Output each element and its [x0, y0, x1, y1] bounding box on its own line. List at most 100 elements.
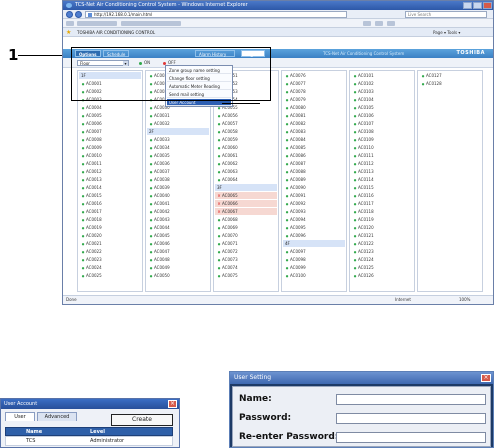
unit-item[interactable]: ● AC0093	[283, 208, 345, 215]
page-tools-menu[interactable]: Page ▾ Tools ▾	[433, 28, 460, 37]
unit-item[interactable]: ● AC0020	[79, 232, 141, 239]
unit-item[interactable]: ● AC0049	[147, 264, 209, 271]
unit-item[interactable]: ● AC0033	[147, 136, 209, 143]
name-field[interactable]	[336, 394, 486, 405]
favorites-star-icon[interactable]: ★	[66, 28, 71, 37]
unit-item[interactable]: ● AC0084	[283, 136, 345, 143]
unit-item[interactable]: ● AC0045	[147, 232, 209, 239]
unit-item[interactable]: ● AC0081	[283, 112, 345, 119]
unit-item[interactable]: ● AC0100	[283, 272, 345, 279]
unit-item[interactable]: ● AC0120	[351, 224, 413, 231]
unit-item[interactable]: ● AC0014	[79, 184, 141, 191]
unit-item[interactable]: ● AC0062	[215, 160, 277, 167]
unit-item[interactable]: ● AC0094	[283, 216, 345, 223]
unit-item[interactable]: ● AC0061	[215, 152, 277, 159]
unit-item[interactable]: ● AC0105	[351, 104, 413, 111]
unit-item[interactable]: ● AC0042	[147, 208, 209, 215]
print-icon[interactable]	[387, 21, 395, 26]
close-window-button[interactable]	[483, 2, 492, 9]
unit-item[interactable]: ● AC0102	[351, 80, 413, 87]
unit-item[interactable]: ● AC0019	[79, 224, 141, 231]
unit-item[interactable]: ● AC0056	[215, 112, 277, 119]
unit-item[interactable]: ● AC0013	[79, 176, 141, 183]
feeds-icon[interactable]	[375, 21, 383, 26]
unit-item[interactable]: ● AC0017	[79, 208, 141, 215]
unit-item[interactable]: ● AC0035	[147, 152, 209, 159]
menu-item-send-mail[interactable]: Send mail setting	[167, 91, 231, 98]
unit-item[interactable]: ● AC0091	[283, 192, 345, 199]
unit-item[interactable]: ● AC0097	[283, 248, 345, 255]
unit-item[interactable]: ● AC0128	[419, 80, 481, 87]
links-toolbar[interactable]	[77, 21, 117, 26]
unit-item[interactable]: ● AC0041	[147, 200, 209, 207]
unit-item[interactable]: ● AC0123	[351, 248, 413, 255]
unit-item[interactable]: ● AC0101	[351, 72, 413, 79]
unit-item[interactable]: ×AC0065	[215, 192, 277, 199]
unit-item[interactable]: ● AC0126	[351, 272, 413, 279]
unit-item[interactable]: ● AC0007	[79, 128, 141, 135]
unit-item[interactable]: ● AC0086	[283, 152, 345, 159]
unit-item[interactable]: ● AC0071	[215, 240, 277, 247]
unit-item[interactable]: ● AC0023	[79, 256, 141, 263]
unit-item[interactable]: ● AC0125	[351, 264, 413, 271]
unit-item[interactable]: ● AC0011	[79, 160, 141, 167]
password-field[interactable]	[336, 413, 486, 424]
unit-item[interactable]: ● AC0018	[79, 216, 141, 223]
unit-item[interactable]: ● AC0113	[351, 168, 413, 175]
unit-item[interactable]: ● AC0006	[79, 120, 141, 127]
unit-item[interactable]: ● AC0075	[215, 272, 277, 279]
create-button[interactable]: Create	[111, 414, 173, 426]
unit-item[interactable]: ● AC0043	[147, 216, 209, 223]
unit-item[interactable]: ● AC0036	[147, 160, 209, 167]
unit-item[interactable]: ● AC0112	[351, 160, 413, 167]
unit-item[interactable]: ● AC0110	[351, 144, 413, 151]
unit-item[interactable]: ● AC0070	[215, 232, 277, 239]
unit-item[interactable]: ● AC0024	[79, 264, 141, 271]
home-icon[interactable]	[363, 21, 371, 26]
unit-item[interactable]: ● AC0087	[283, 160, 345, 167]
close-icon[interactable]: ×	[168, 400, 177, 408]
unit-item[interactable]: ● AC0044	[147, 224, 209, 231]
unit-item[interactable]: ● AC0016	[79, 200, 141, 207]
unit-item[interactable]: ● AC0079	[283, 96, 345, 103]
status-zoom[interactable]: 100%	[459, 296, 470, 304]
alarm-history-menu[interactable]: Alarm History	[195, 50, 235, 57]
unit-item[interactable]: ● AC0047	[147, 248, 209, 255]
unit-item[interactable]: ● AC0009	[79, 144, 141, 151]
unit-item[interactable]: ● AC0021	[79, 240, 141, 247]
close-icon[interactable]: ×	[481, 374, 491, 382]
unit-item[interactable]: ● AC0001	[79, 80, 141, 87]
unit-item[interactable]: ● AC0114	[351, 176, 413, 183]
unit-item[interactable]: ● AC0108	[351, 128, 413, 135]
unit-item[interactable]: ● AC0068	[215, 216, 277, 223]
unit-item[interactable]: ● AC0072	[215, 248, 277, 255]
unit-item[interactable]: ● AC0111	[351, 152, 413, 159]
unit-item[interactable]: ● AC0103	[351, 88, 413, 95]
unit-item[interactable]: ● AC0048	[147, 256, 209, 263]
unit-item[interactable]: ● AC0107	[351, 120, 413, 127]
address-field[interactable]: http://192.168.0.1/main.html	[85, 11, 347, 18]
menu-item-change-floor[interactable]: Change floor setting	[167, 75, 231, 82]
unit-item[interactable]: ● AC0098	[283, 256, 345, 263]
unit-item[interactable]: ● AC0032	[147, 120, 209, 127]
unit-item[interactable]: ● AC0002	[79, 88, 141, 95]
tab-user[interactable]: User	[5, 412, 35, 421]
unit-item[interactable]: ● AC0034	[147, 144, 209, 151]
unit-item[interactable]: ● AC0022	[79, 248, 141, 255]
web-search-input[interactable]: Live Search	[405, 11, 487, 18]
table-row[interactable]: TCS Administrator	[5, 436, 173, 446]
unit-item[interactable]: ● AC0077	[283, 80, 345, 87]
unit-item[interactable]: ● AC0095	[283, 224, 345, 231]
unit-item[interactable]: ● AC0104	[351, 96, 413, 103]
unit-item[interactable]: ● AC0031	[147, 112, 209, 119]
unit-item[interactable]: ● AC0012	[79, 168, 141, 175]
unit-item[interactable]: ● AC0076	[283, 72, 345, 79]
unit-item[interactable]: ● AC0088	[283, 168, 345, 175]
unit-item[interactable]: ● AC0109	[351, 136, 413, 143]
unit-item[interactable]: ● AC0015	[79, 192, 141, 199]
forward-icon[interactable]	[75, 11, 82, 18]
refresh-icon[interactable]	[66, 21, 74, 26]
floor-select[interactable]: Floor ▾	[77, 60, 129, 66]
unit-item[interactable]: ● AC0124	[351, 256, 413, 263]
unit-item[interactable]: ● AC0127	[419, 72, 481, 79]
